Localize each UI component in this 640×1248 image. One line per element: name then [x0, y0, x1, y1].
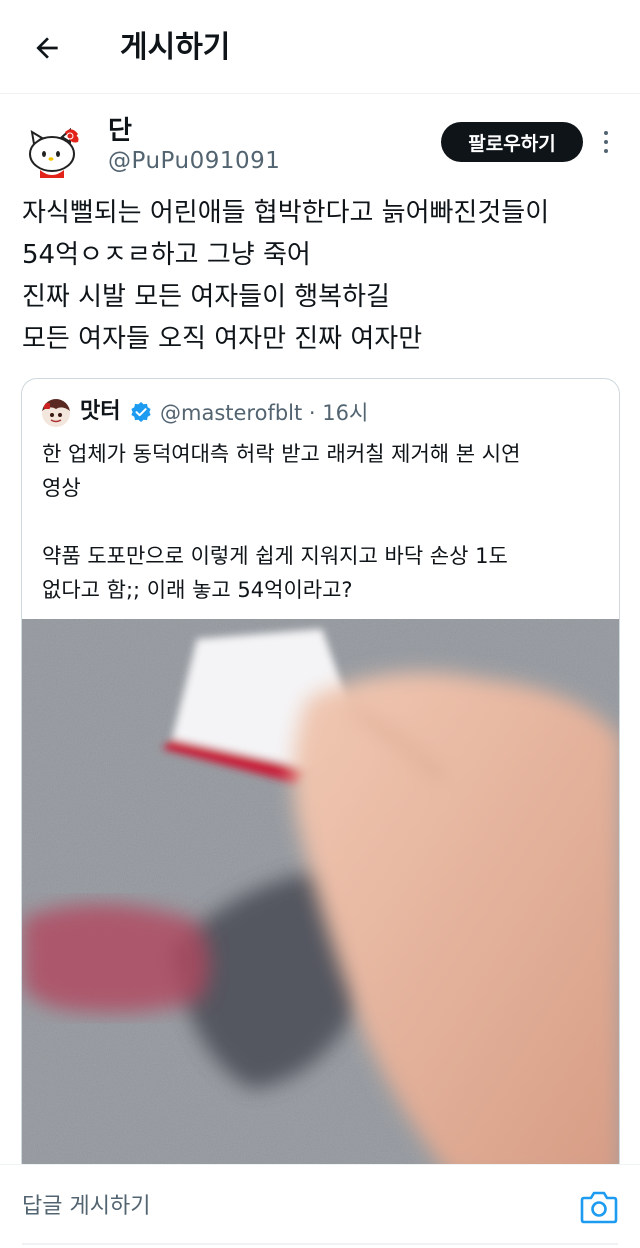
quote-avatar-icon — [42, 399, 70, 427]
quote-video-thumbnail[interactable] — [22, 619, 619, 1177]
back-button[interactable] — [22, 26, 72, 70]
tweet-text-line: 자식뻘되는 어린애들 협박한다고 늙어빠진것들이 — [22, 198, 550, 228]
quote-author-name: 맛터 — [80, 399, 121, 424]
page-title: 게시하기 — [120, 30, 231, 65]
more-vertical-icon — [604, 131, 608, 135]
camera-button[interactable] — [580, 1189, 618, 1225]
camera-icon — [580, 1191, 618, 1224]
reply-bar: 답글 게시하기 — [0, 1164, 640, 1248]
arrow-left-icon — [36, 37, 58, 59]
quote-text: 한 업체가 동덕여대측 허락 받고 래커칠 제거해 본 시연 영상 약품 도포만… — [42, 437, 602, 607]
quote-text-line: 없다고 함;; 이래 놓고 54억이라고? — [42, 578, 353, 602]
quote-text-line: 한 업체가 동덕여대측 허락 받고 래커칠 제거해 본 시연 — [42, 442, 521, 466]
author-avatar[interactable] — [22, 118, 86, 182]
quote-author-avatar — [42, 399, 70, 427]
follow-button[interactable]: 팔로우하기 — [441, 122, 583, 162]
author-name[interactable]: 단 — [108, 114, 132, 148]
quote-text-line — [42, 505, 602, 539]
tweet-text-line: 54억ㅇㅈㄹ하고 그냥 죽어 — [22, 240, 311, 270]
quote-text-line: 영상 — [42, 476, 81, 500]
hello-kitty-avatar-icon — [22, 118, 86, 182]
reply-divider — [22, 1243, 618, 1245]
more-options-button[interactable] — [594, 126, 618, 158]
tweet-text: 자식뻘되는 어린애들 협박한다고 늙어빠진것들이 54억ㅇㅈㄹ하고 그냥 죽어 … — [22, 192, 622, 360]
verified-badge-icon — [131, 402, 151, 422]
quoted-tweet-card[interactable]: 맛터 @masterofblt · 16시 한 업체가 동덕여대측 허락 받고 … — [21, 378, 620, 1178]
video-frame-image — [22, 619, 619, 1177]
tweet-text-line: 모든 여자들 오직 여자만 진짜 여자만 — [22, 324, 423, 354]
author-handle[interactable]: @PuPu091091 — [108, 146, 280, 176]
quote-text-line: 약품 도포만으로 이렇게 쉽게 지워지고 바닥 손상 1도 — [42, 544, 508, 568]
tweet-text-line: 진짜 시발 모든 여자들이 행복하길 — [22, 282, 390, 312]
reply-input[interactable]: 답글 게시하기 — [22, 1191, 150, 1223]
top-app-bar: 게시하기 — [0, 0, 640, 94]
quote-handle-time: @masterofblt · 16시 — [160, 401, 369, 425]
